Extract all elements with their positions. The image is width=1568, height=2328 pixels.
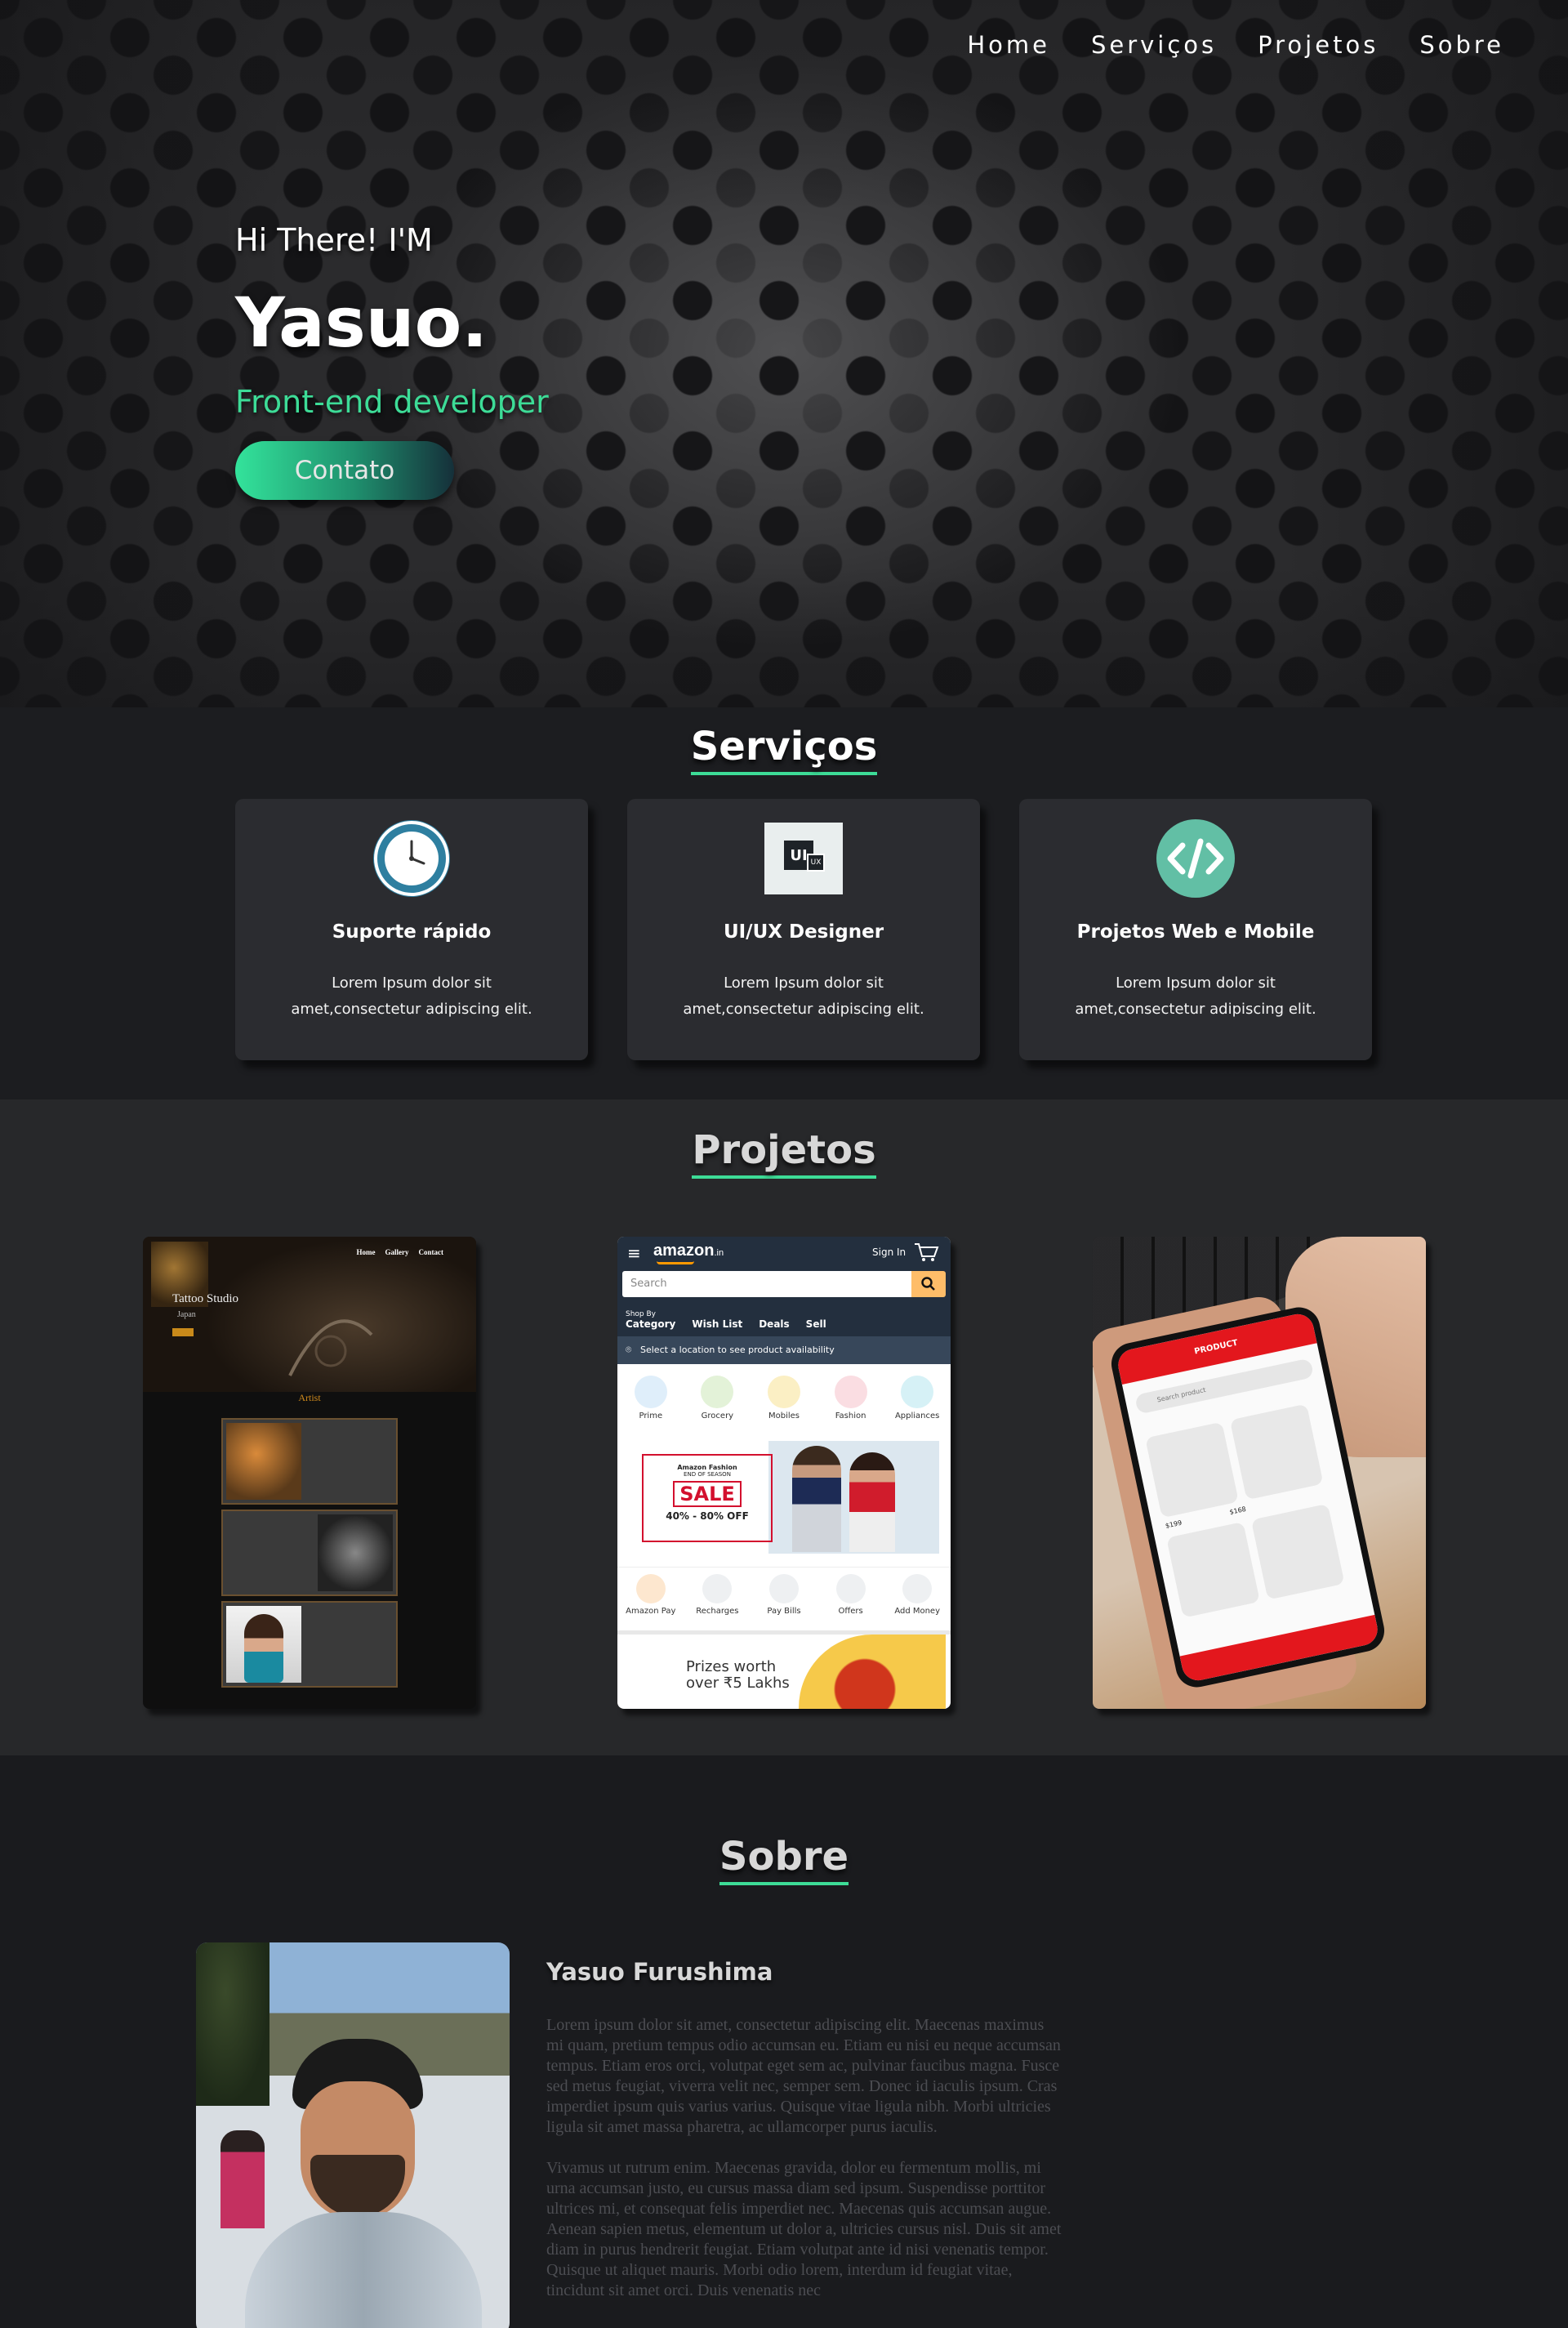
amazon-subnav: Shop By Category Wish List Deals Sell xyxy=(617,1309,951,1336)
amazon-search-input[interactable]: Search xyxy=(622,1271,911,1297)
amazon-category-item[interactable]: Fashion xyxy=(822,1376,880,1431)
amazon-logo[interactable]: amazon.in xyxy=(653,1242,724,1260)
tattoo-hero-image: Home Gallery Contact Tattoo Studio Japan xyxy=(143,1237,476,1392)
amazon-action-item[interactable]: Recharges xyxy=(687,1574,747,1627)
hero-name: Yasuo. xyxy=(235,283,488,363)
amazon-category-item[interactable]: Mobiles xyxy=(755,1376,813,1431)
amazon-smile-icon xyxy=(657,1261,694,1264)
about-section: Sobre Yasuo Furushima Lorem ipsum dolor … xyxy=(0,1755,1568,2328)
amazon-location-bar[interactable]: ⌾ Select a location to see product avail… xyxy=(617,1336,951,1364)
service-title-web-mobile: Projetos Web e Mobile xyxy=(1076,921,1315,943)
projects-title-wrap: Projetos xyxy=(0,1129,1568,1179)
amazon-sale-banner[interactable]: Amazon Fashion END OF SEASON SALE 40% - … xyxy=(629,1441,939,1554)
tattoo-artist-card xyxy=(221,1418,398,1505)
tattoo-artist-card xyxy=(221,1601,398,1688)
services-title: Serviços xyxy=(690,725,878,775)
tattoo-artist-photo xyxy=(226,1606,301,1683)
location-pin-icon: ⌾ xyxy=(626,1344,632,1355)
service-card-support: Suporte rápido Lorem Ipsum dolor sit ame… xyxy=(235,799,588,1060)
tattoo-menu-home: Home xyxy=(356,1248,376,1256)
hero-greeting: Hi There! I'M xyxy=(235,222,433,258)
about-text: Lorem ipsum dolor sit amet, consectetur … xyxy=(546,2015,1062,2301)
nav-home-link[interactable]: Home xyxy=(967,31,1050,59)
tattoo-cta xyxy=(172,1328,194,1336)
amazon-sign-in[interactable]: Sign In xyxy=(872,1247,906,1258)
phone-product-tile xyxy=(1166,1521,1260,1618)
cart-icon[interactable] xyxy=(913,1242,939,1263)
main-nav: Home Serviços Projetos Sobre xyxy=(967,31,1504,59)
project-card-amazon-clone[interactable]: ≡ amazon.in Sign In Search Shop By Categ… xyxy=(617,1237,951,1709)
phone-product-tile xyxy=(1250,1503,1345,1600)
project-card-mobile-shop[interactable]: PRODUCT Search product $199 $168 xyxy=(1093,1237,1426,1709)
banner-model-image xyxy=(849,1452,895,1552)
amazon-prize-banner[interactable]: Prizes worth over ₹5 Lakhs xyxy=(617,1630,951,1709)
nav-about-link[interactable]: Sobre xyxy=(1419,31,1504,59)
amazon-tab-category[interactable]: Category xyxy=(626,1318,675,1330)
service-desc-uiux: Lorem Ipsum dolor sit amet,consectetur a… xyxy=(683,974,924,1018)
amazon-sale-box: Amazon Fashion END OF SEASON SALE 40% - … xyxy=(642,1454,773,1542)
nav-projects-link[interactable]: Projetos xyxy=(1258,31,1379,59)
nav-services-link[interactable]: Serviços xyxy=(1091,31,1217,59)
tattoo-subtitle: Japan xyxy=(177,1310,196,1319)
amazon-category-item[interactable]: Grocery xyxy=(688,1376,746,1431)
services-title-wrap: Serviços xyxy=(0,725,1568,775)
service-title-support: Suporte rápido xyxy=(332,921,492,943)
amazon-tab-sell[interactable]: Sell xyxy=(806,1318,826,1330)
projects-section: Projetos Home Gallery Contact Tattoo Stu… xyxy=(0,1099,1568,1755)
tattoo-artist-card xyxy=(221,1510,398,1596)
amazon-location-text: Select a location to see product availab… xyxy=(640,1345,835,1355)
amazon-tab-wish-list[interactable]: Wish List xyxy=(692,1318,742,1330)
service-desc-support: Lorem Ipsum dolor sit amet,consectetur a… xyxy=(291,974,532,1018)
amazon-action-item[interactable]: Offers xyxy=(821,1574,881,1627)
amazon-subnav-tabs: Category Wish List Deals Sell xyxy=(626,1318,826,1330)
service-card-uiux: UI UX UI/UX Designer Lorem Ipsum dolor s… xyxy=(627,799,980,1060)
amazon-header: ≡ amazon.in Sign In Search xyxy=(617,1237,951,1309)
amazon-action-item[interactable]: Add Money xyxy=(887,1574,947,1627)
hamburger-icon[interactable]: ≡ xyxy=(627,1243,641,1263)
about-name: Yasuo Furushima xyxy=(546,1958,773,1986)
amazon-action-item[interactable]: Pay Bills xyxy=(754,1574,814,1627)
amazon-category-item[interactable]: Appliances xyxy=(889,1376,946,1431)
services-section: Serviços Suporte rápido Lorem Ipsum dolo… xyxy=(0,707,1568,1099)
phone-product-tile xyxy=(1229,1403,1324,1501)
tattoo-menu: Home Gallery Contact xyxy=(357,1248,444,1256)
service-desc-web-mobile: Lorem Ipsum dolor sit amet,consectetur a… xyxy=(1075,974,1316,1018)
amazon-category-item[interactable]: Prime xyxy=(622,1376,679,1431)
phone-product-grid xyxy=(1145,1402,1334,1519)
amazon-prize-text: Prizes worth over ₹5 Lakhs xyxy=(686,1658,790,1692)
ui-ux-icon: UI UX xyxy=(764,818,844,899)
clock-icon xyxy=(372,818,452,899)
tattoo-machine-image xyxy=(288,1319,373,1376)
tattoo-section-title: Artist xyxy=(298,1392,321,1403)
amazon-shop-by: Shop By xyxy=(626,1310,656,1318)
service-title-uiux: UI/UX Designer xyxy=(723,921,884,943)
about-title: Sobre xyxy=(719,1835,849,1885)
code-icon xyxy=(1156,818,1236,899)
about-title-wrap: Sobre xyxy=(0,1835,1568,1885)
amazon-action-item[interactable]: Amazon Pay xyxy=(621,1574,681,1627)
amazon-tab-deals[interactable]: Deals xyxy=(759,1318,789,1330)
hero-role: Front-end developer xyxy=(235,384,549,420)
ux-badge: UX xyxy=(807,854,825,872)
amazon-action-row: Amazon Pay Recharges Pay Bills Offers Ad… xyxy=(617,1567,951,1627)
project-card-tattoo-studio[interactable]: Home Gallery Contact Tattoo Studio Japan… xyxy=(143,1237,476,1709)
profile-photo xyxy=(196,1942,510,2328)
banner-model-image xyxy=(792,1446,841,1552)
tattoo-menu-contact: Contact xyxy=(418,1248,444,1256)
service-card-web-mobile: Projetos Web e Mobile Lorem Ipsum dolor … xyxy=(1019,799,1372,1060)
amazon-prize-image xyxy=(799,1635,946,1709)
hero-content: Hi There! I'M Yasuo. Front-end developer… xyxy=(235,222,549,500)
projects-title: Projetos xyxy=(692,1129,876,1179)
about-paragraph: Lorem ipsum dolor sit amet, consectetur … xyxy=(546,2016,1061,2136)
search-icon[interactable] xyxy=(911,1271,946,1297)
tattoo-menu-gallery: Gallery xyxy=(385,1248,409,1256)
phone-product-tile xyxy=(1145,1421,1239,1519)
tattoo-title: Tattoo Studio xyxy=(172,1292,239,1305)
about-paragraph: Vivamus ut rutrum enim. Maecenas gravida… xyxy=(546,2159,1062,2299)
hero-section: Home Serviços Projetos Sobre Hi There! I… xyxy=(0,0,1568,707)
tattoo-artist-photo xyxy=(318,1514,393,1591)
amazon-category-row: Prime Grocery Mobiles Fashion Appliances xyxy=(617,1367,951,1431)
tattoo-artist-photo xyxy=(226,1423,301,1500)
contact-button[interactable]: Contato xyxy=(235,441,454,500)
